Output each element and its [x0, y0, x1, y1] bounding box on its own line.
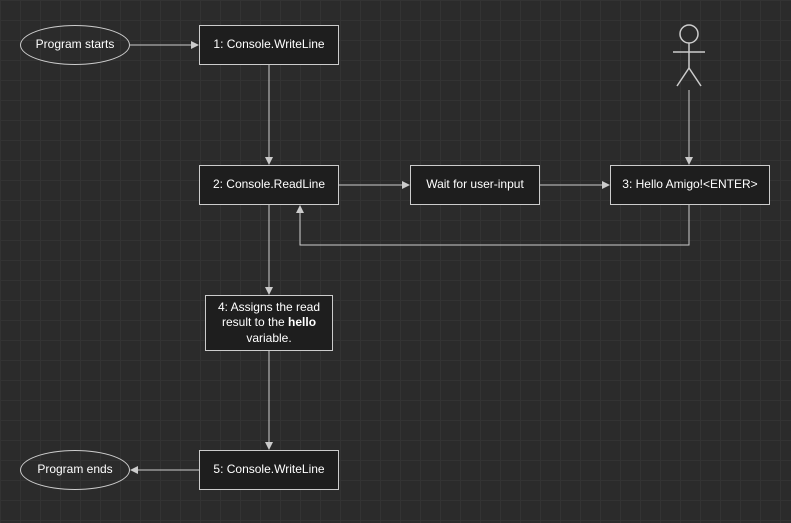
step2-label: 2: Console.ReadLine	[213, 177, 325, 193]
step4-node: 4: Assigns the read result to the hello …	[205, 295, 333, 351]
step3-node: 3: Hello Amigo!<ENTER>	[610, 165, 770, 205]
wait-node: Wait for user-input	[410, 165, 540, 205]
start-node: Program starts	[20, 25, 130, 65]
step2-node: 2: Console.ReadLine	[199, 165, 339, 205]
actor-icon	[673, 25, 705, 86]
end-label: Program ends	[37, 462, 112, 478]
start-label: Program starts	[36, 37, 115, 53]
step1-label: 1: Console.WriteLine	[213, 37, 324, 53]
diagram-arrows	[0, 0, 791, 523]
wait-label: Wait for user-input	[426, 177, 524, 193]
step5-label: 5: Console.WriteLine	[213, 462, 324, 478]
step1-node: 1: Console.WriteLine	[199, 25, 339, 65]
step5-node: 5: Console.WriteLine	[199, 450, 339, 490]
step3-label: 3: Hello Amigo!<ENTER>	[622, 177, 757, 193]
step4-label: 4: Assigns the read result to the hello …	[216, 300, 322, 347]
end-node: Program ends	[20, 450, 130, 490]
